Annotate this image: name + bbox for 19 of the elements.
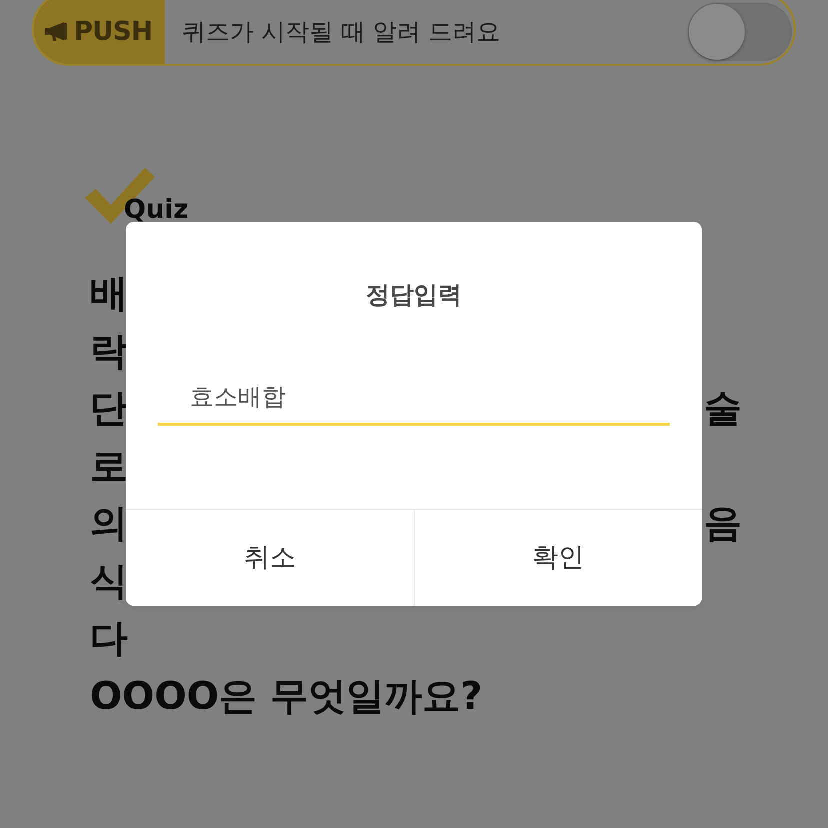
question-text: 단	[90, 385, 128, 432]
megaphone-icon	[44, 22, 70, 42]
confirm-button[interactable]: 확인	[414, 510, 702, 606]
notification-message: 퀴즈가 시작될 때 알려 드려요	[181, 17, 502, 48]
question-text: 다	[90, 615, 128, 662]
question-text: 락	[90, 328, 128, 374]
question-text: 배	[90, 270, 128, 317]
question-text: 의	[90, 500, 128, 547]
answer-field[interactable]: 효소배합	[158, 350, 670, 426]
push-toggle[interactable]	[688, 3, 792, 61]
question-text: 식	[90, 558, 128, 604]
cancel-button[interactable]: 취소	[126, 510, 414, 606]
question-text: 로	[90, 442, 128, 490]
question-text: 술	[704, 385, 742, 432]
dialog-title: 정답입력	[365, 280, 463, 310]
question-text: OOOO은 무엇일까요?	[90, 672, 482, 720]
question-text: 음	[704, 500, 742, 547]
push-label: PUSH	[74, 19, 153, 45]
quiz-label: Quiz	[124, 197, 189, 224]
